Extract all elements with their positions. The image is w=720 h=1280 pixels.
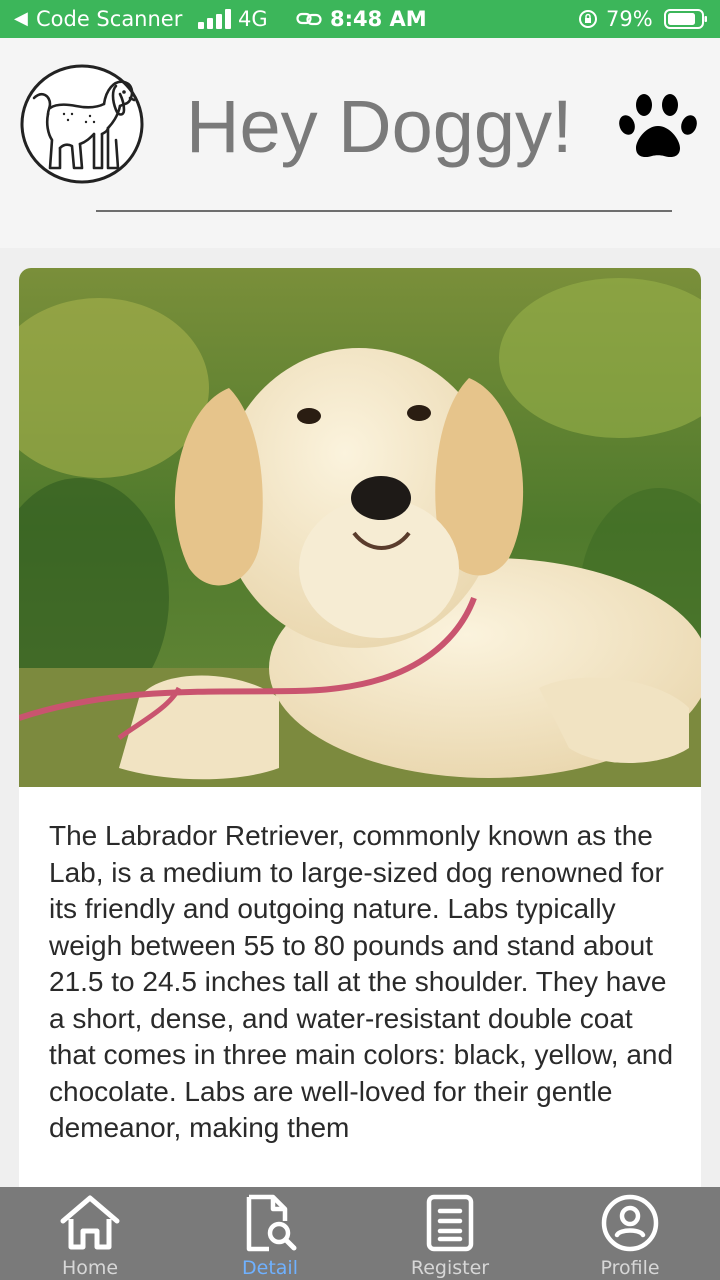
tab-register[interactable]: Register xyxy=(360,1187,540,1280)
labrador-puppy-photo xyxy=(19,268,701,787)
tab-register-label: Register xyxy=(410,1257,490,1279)
detail-card: The Labrador Retriever, commonly known a… xyxy=(19,268,701,1198)
clock: 8:48 AM xyxy=(330,7,427,31)
app-title: Hey Doggy! xyxy=(186,85,573,168)
home-icon xyxy=(60,1195,120,1250)
app-header: Hey Doggy! xyxy=(0,38,720,248)
link-icon xyxy=(296,12,322,26)
tab-home[interactable]: Home xyxy=(0,1187,180,1280)
paw-icon xyxy=(619,94,697,158)
back-icon[interactable]: ◀ xyxy=(14,0,28,38)
tab-home-label: Home xyxy=(61,1257,119,1279)
back-app-label[interactable]: Code Scanner xyxy=(36,0,182,38)
tab-detail[interactable]: Detail xyxy=(180,1187,360,1280)
tab-detail-label: Detail xyxy=(242,1257,298,1279)
battery-percent: 79% xyxy=(606,7,653,31)
document-search-icon xyxy=(246,1194,297,1252)
bottom-tab-bar: Home Detail Register Profile xyxy=(0,1187,720,1280)
header-divider xyxy=(96,210,672,212)
tab-profile[interactable]: Profile xyxy=(540,1187,720,1280)
clipboard-list-icon xyxy=(426,1194,474,1252)
orientation-lock-icon xyxy=(579,10,597,28)
profile-icon xyxy=(601,1194,659,1252)
breed-description: The Labrador Retriever, commonly known a… xyxy=(49,820,674,1143)
dog-outline-icon xyxy=(20,64,144,184)
signal-icon xyxy=(198,9,231,29)
tab-profile-label: Profile xyxy=(600,1257,660,1279)
network-type: 4G xyxy=(238,7,268,31)
status-bar: ◀ Code Scanner 4G 8:48 AM 79% xyxy=(0,0,720,38)
battery-icon xyxy=(664,9,707,29)
